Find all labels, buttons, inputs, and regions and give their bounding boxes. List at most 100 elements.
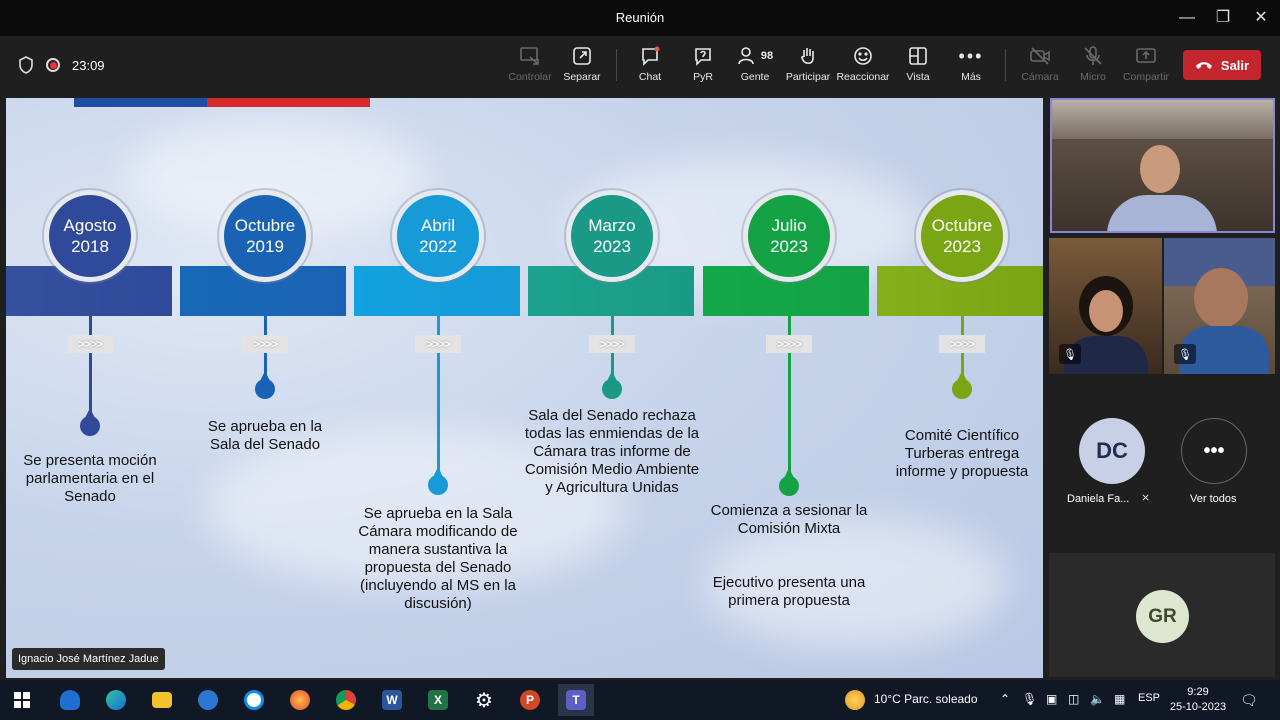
muted-mic-icon: 🎙 (1174, 344, 1196, 364)
settings-gear-icon[interactable]: ⚙ (466, 684, 502, 716)
video-tile-presenter[interactable] (1050, 98, 1275, 233)
milestone-month: Abril (420, 216, 455, 235)
more-participants-button[interactable]: ••• (1181, 418, 1247, 484)
camera-label: Cámara (1021, 71, 1059, 83)
usb-icon[interactable]: ▣ (1046, 692, 1057, 706)
muted-mic-icon: 🎙 (1059, 344, 1081, 364)
chat-label: Chat (638, 71, 662, 83)
leave-button[interactable]: Salir (1183, 50, 1261, 80)
presenter-name-label: Ignacio José Martínez Jadue (12, 648, 165, 670)
grid-icon (890, 44, 946, 68)
timeline-drop-marker (779, 468, 799, 496)
video-tile-participant[interactable]: 🎙 (1164, 238, 1275, 374)
share-button[interactable]: Compartir (1118, 44, 1174, 83)
view-label: Vista (906, 71, 930, 83)
react-button[interactable]: Reaccionar (835, 44, 891, 83)
qa-icon (675, 44, 731, 68)
chevron-arrows: >>>> (415, 335, 461, 353)
milestone-year: 2023 (943, 237, 981, 256)
powerpoint-icon[interactable]: P (512, 684, 548, 716)
chevron-up-icon[interactable]: ⌃ (1000, 692, 1010, 706)
clock-date: 25-10-2023 (1169, 701, 1227, 713)
avatar-gr: GR (1136, 590, 1189, 643)
milestone-month: Agosto (63, 216, 117, 235)
chevron-arrows: >>>> (67, 335, 113, 353)
person-face (1089, 290, 1123, 332)
ellipsis-icon: ••• (958, 45, 984, 66)
weather-icon[interactable] (845, 690, 865, 710)
window-title: Reunión (615, 10, 665, 25)
milestone-description: Comienza a sesionar la Comisión Mixta (710, 502, 868, 537)
weather-text[interactable]: 10°C Parc. soleado (874, 692, 978, 706)
milestone-date-circle: Octubre 2019 (219, 190, 311, 282)
restore-button[interactable]: ❐ (1208, 6, 1238, 30)
milestone-year: 2023 (593, 237, 631, 256)
milestone-description: Se aprueba en la Sala Cámara modificando… (358, 505, 518, 612)
more-button[interactable]: ••• Más (943, 44, 999, 84)
pop-out-button[interactable]: Separar (554, 44, 610, 83)
milestone-month: Octubre (234, 216, 296, 235)
chevron-arrows: >>>> (242, 335, 288, 353)
people-icon: 98 (727, 44, 783, 68)
milestone-year: 2023 (770, 237, 808, 256)
milestone-date-circle: Abril 2022 (392, 190, 484, 282)
windows-taskbar: W X ⚙ P T 10°C Parc. soleado ⌃ 🎙 ▣ ◫ 🔈 ▦… (0, 680, 1280, 720)
qa-button[interactable]: PyR (675, 44, 731, 83)
title-bar: Reunión — ❐ ✕ (0, 0, 1280, 36)
video-tile-participant[interactable]: 🎙 (1049, 238, 1162, 374)
flag-bar-red (207, 98, 370, 107)
security-app-icon[interactable] (52, 684, 88, 716)
control-button[interactable]: Controlar (502, 44, 558, 83)
edge-icon[interactable] (98, 684, 134, 716)
control-label: Controlar (508, 71, 552, 83)
recording-icon (46, 58, 60, 72)
file-explorer-icon[interactable] (144, 684, 180, 716)
network-icon[interactable]: ◫ (1068, 692, 1079, 706)
close-button[interactable]: ✕ (1246, 6, 1276, 30)
tray-icon[interactable]: ▦ (1114, 692, 1125, 706)
milestone-month: Octubre (931, 216, 993, 235)
milestone-description: Comité Científico Turberas entrega infor… (895, 427, 1029, 480)
control-icon (502, 44, 558, 68)
excel-icon[interactable]: X (420, 684, 456, 716)
teams-meeting-window: Reunión — ❐ ✕ 23:09 Controlar Separar Ch… (0, 0, 1280, 720)
notifications-icon[interactable]: 🗨 (1240, 692, 1258, 709)
chrome-icon[interactable] (328, 684, 364, 716)
mic-label: Micro (1080, 71, 1106, 83)
clock[interactable]: 9:29 25-10-2023 (1166, 685, 1230, 715)
firefox-icon[interactable] (282, 684, 318, 716)
milestone-date-circle: Octubre 2023 (916, 190, 1008, 282)
raise-hand-button[interactable]: Participar (780, 44, 836, 83)
timeline-drop-marker (80, 408, 100, 436)
share-icon (1118, 44, 1174, 68)
chevron-arrows: >>>> (589, 335, 635, 353)
windows-start-icon[interactable] (4, 684, 40, 716)
person-head (1194, 268, 1248, 328)
camera-off-icon (1012, 44, 1068, 68)
participant-tile-gr[interactable]: GR (1049, 553, 1275, 677)
chat-button[interactable]: Chat (622, 44, 678, 83)
language-indicator[interactable]: ESP (1138, 692, 1160, 704)
speaker-icon[interactable]: 🔈 (1090, 692, 1105, 706)
word-icon[interactable]: W (374, 684, 410, 716)
phone-hangup-icon (1195, 62, 1212, 69)
shield-icon[interactable] (18, 56, 34, 74)
avatar-dc[interactable]: DC (1079, 418, 1145, 484)
camera-button[interactable]: Cámara (1012, 44, 1068, 83)
minimize-button[interactable]: — (1172, 6, 1202, 30)
teamviewer-icon[interactable] (236, 684, 272, 716)
people-button[interactable]: 98 Gente (727, 44, 783, 83)
mic-button[interactable]: Micro (1065, 44, 1121, 83)
milestone-year: 2022 (419, 237, 457, 256)
qa-label: PyR (693, 71, 713, 83)
participant-name: Daniela Fa... (1067, 493, 1130, 505)
teams-icon[interactable]: T (558, 684, 594, 716)
clock-time: 9:29 (1187, 686, 1209, 698)
milestone-date-circle: Julio 2023 (743, 190, 835, 282)
view-button[interactable]: Vista (890, 44, 946, 83)
chat-icon (622, 44, 678, 68)
app-icon[interactable] (190, 684, 226, 716)
toolbar-divider (1005, 49, 1006, 81)
mic-tray-icon[interactable]: 🎙 (1022, 692, 1037, 706)
person-shirt (1107, 195, 1217, 231)
